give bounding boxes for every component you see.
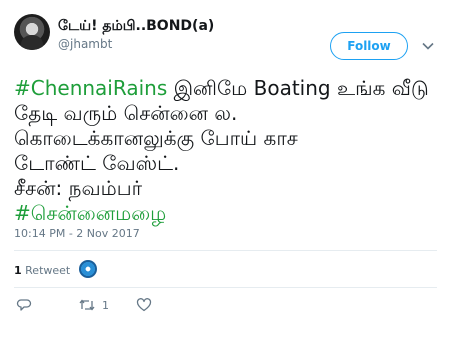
chevron-down-icon[interactable] [421,38,435,52]
reply-button[interactable] [16,297,32,313]
heart-icon [136,298,152,312]
retweet-button[interactable]: 1 [78,297,109,313]
retweet-action-count: 1 [102,298,109,312]
retweet-stat-count: 1 [14,264,22,277]
divider [14,250,437,251]
follow-button[interactable]: Follow [330,32,408,60]
avatar[interactable] [14,14,50,50]
retweet-stat-label: Retweet [25,264,71,277]
like-button[interactable] [136,297,152,313]
divider [14,287,437,288]
hashtag-chennai-rains[interactable]: #ChennaiRains [14,76,167,100]
tweet-line-1-text: இனிமே Boating உங்க வீடு [167,76,429,100]
tweet-line-5: சீசன்: நவம்பர் [14,176,143,200]
reply-icon [16,299,32,311]
retweet-icon [79,299,95,311]
retweeter-avatar[interactable] [79,260,97,278]
user-handle[interactable]: @jhambt [58,37,112,51]
tweet-line-4: டோண்ட் வேஸ்ட். [14,151,180,175]
retweet-stats[interactable]: 1 Retweet [14,264,70,277]
hashtag-chennai-mazhai[interactable]: #சென்னைமழை [14,201,444,226]
tweet-line-2: தேடி வரும் சென்னை ல. [14,101,238,125]
tweet-line-1: #ChennaiRains இனிமே Boating உங்க வீடு [14,76,444,101]
display-name[interactable]: டேய்! தம்பி..BOND(a) [58,17,214,35]
tweet-timestamp[interactable]: 10:14 PM - 2 Nov 2017 [14,227,140,240]
tweet-line-3: கொடைக்கானலுக்கு போய் காச [14,126,298,150]
tweet-text: #ChennaiRains இனிமே Boating உங்க வீடு தே… [14,76,444,226]
